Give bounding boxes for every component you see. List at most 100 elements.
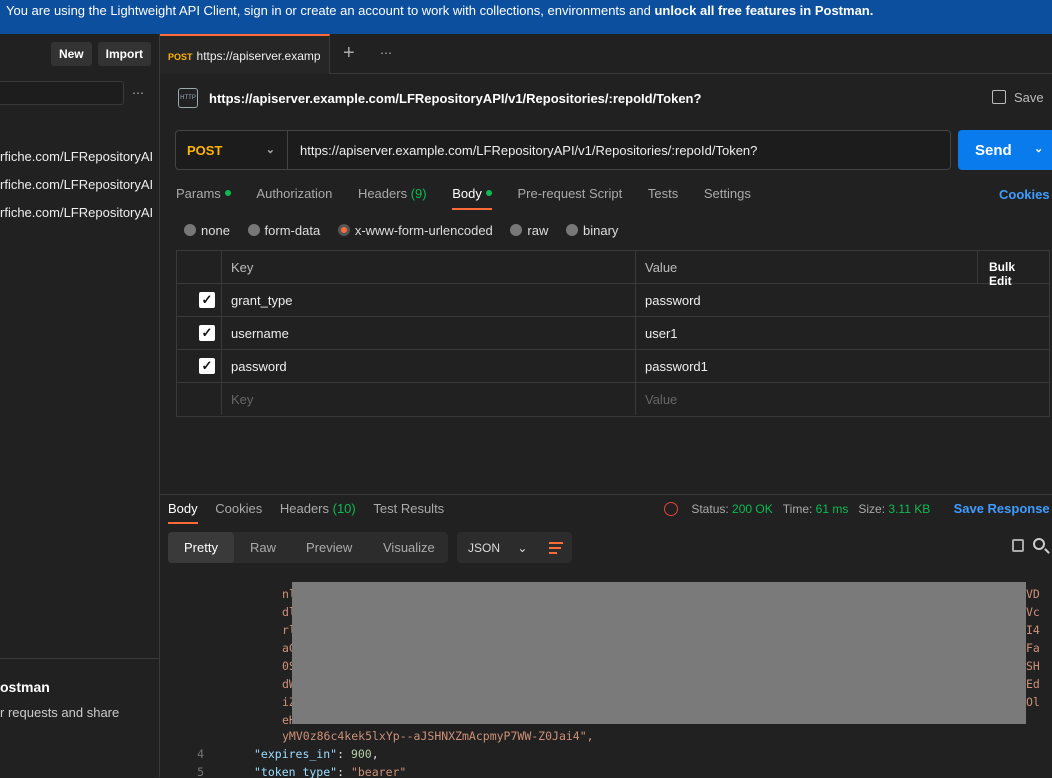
row-checkbox-cell: ✓	[177, 317, 222, 349]
table-row: ✓ password password1	[177, 350, 1049, 383]
save-response-button[interactable]: Save Response	[954, 501, 1050, 516]
tab-authorization[interactable]: Authorization	[256, 186, 332, 201]
checkbox-checked-icon[interactable]: ✓	[199, 358, 215, 374]
code-fragment: Vc	[1026, 605, 1040, 619]
send-button[interactable]: Send ⌄	[958, 130, 1052, 170]
json-string: "bearer"	[350, 765, 407, 778]
json-key: "token_type"	[254, 765, 338, 778]
signin-banner: You are using the Lightweight API Client…	[0, 0, 1052, 34]
table-row-empty: Key Value	[177, 383, 1049, 416]
globe-icon[interactable]	[664, 502, 678, 516]
tab-params[interactable]: Params	[176, 186, 231, 201]
response-tab-headers[interactable]: Headers (10)	[280, 501, 356, 516]
new-tab-icon[interactable]: +	[343, 42, 355, 65]
response-tab-body[interactable]: Body	[168, 501, 198, 524]
param-value[interactable]: password	[645, 293, 701, 308]
param-key[interactable]: password	[231, 359, 287, 374]
cookies-link[interactable]: Cookies	[999, 187, 1050, 202]
new-key-input[interactable]: Key	[231, 392, 253, 407]
format-toolbar: Pretty Raw Preview Visualize	[168, 532, 448, 563]
history-search-input[interactable]	[0, 81, 124, 105]
code-line-content: "expires_in": 900,	[254, 747, 379, 761]
status-value[interactable]: 200 OK	[732, 502, 773, 516]
request-tab[interactable]: POST https://apiserver.examp	[160, 34, 330, 74]
format-raw[interactable]: Raw	[250, 540, 276, 555]
code-fragment: SH	[1026, 659, 1040, 673]
line-number: 4	[197, 747, 204, 761]
radio-icon	[184, 224, 196, 236]
line-number: 5	[197, 765, 204, 778]
row-checkbox-cell: ✓	[177, 284, 222, 316]
request-title[interactable]: https://apiserver.example.com/LFReposito…	[209, 91, 701, 106]
new-value-input[interactable]: Value	[645, 392, 677, 407]
radio-raw[interactable]: raw	[510, 223, 548, 238]
copy-icon[interactable]	[1012, 539, 1024, 552]
code-fragment: I4	[1026, 623, 1040, 637]
history-item[interactable]: rfiche.com/LFRepositoryAI	[0, 177, 159, 192]
format-pretty[interactable]: Pretty	[168, 532, 234, 563]
column-divider	[635, 383, 636, 415]
response-tab-test-results[interactable]: Test Results	[373, 501, 444, 516]
response-body-code: nl dl rl aC 0S dW iZ eH VD Vc I4 Fa SH E…	[160, 573, 1052, 778]
table-row: ✓ grant_type password	[177, 284, 1049, 317]
column-divider	[635, 284, 636, 316]
redacted-token-block	[292, 582, 1026, 724]
size-value[interactable]: 3.11 KB	[888, 502, 930, 516]
tab-more-icon[interactable]: ⋯	[380, 46, 393, 60]
tab-method: POST	[168, 52, 193, 62]
body-params-table: Key Value Bulk Edit ✓ grant_type passwor…	[176, 250, 1050, 417]
time-value[interactable]: 61 ms	[816, 502, 849, 516]
sidebar-promo: ostman r requests and share	[0, 658, 159, 777]
param-key[interactable]: grant_type	[231, 293, 292, 308]
tab-headers[interactable]: Headers (9)	[358, 186, 427, 201]
table-header-row: Key Value Bulk Edit	[177, 251, 1049, 288]
history-item[interactable]: rfiche.com/LFRepositoryAI	[0, 205, 159, 220]
import-button[interactable]: Import	[97, 42, 151, 66]
sidebar-more-icon[interactable]: ⋯	[132, 86, 145, 100]
method-select[interactable]: POST ⌄	[176, 131, 288, 169]
promo-title: ostman	[0, 679, 50, 695]
checkbox-checked-icon[interactable]: ✓	[199, 292, 215, 308]
history-item[interactable]: rfiche.com/LFRepositoryAI	[0, 149, 159, 164]
http-icon: HTTP	[178, 88, 198, 108]
bulk-edit-button[interactable]: Bulk Edit	[977, 251, 1049, 288]
json-number: 900	[350, 747, 372, 761]
radio-urlencoded[interactable]: x-www-form-urlencoded	[337, 223, 493, 238]
tab-body[interactable]: Body	[452, 186, 492, 210]
radio-binary[interactable]: binary	[566, 223, 618, 238]
format-preview[interactable]: Preview	[306, 540, 352, 555]
column-divider	[635, 350, 636, 382]
row-checkbox-cell: ✓	[177, 350, 222, 382]
request-tabs: Params Authorization Headers (9) Body Pr…	[176, 186, 773, 210]
chevron-down-icon[interactable]: ⌄	[1034, 142, 1043, 155]
new-button[interactable]: New	[50, 42, 92, 66]
search-icon[interactable]	[1033, 538, 1045, 550]
tab-tests[interactable]: Tests	[648, 186, 678, 201]
format-visualize[interactable]: Visualize	[383, 540, 435, 555]
table-row: ✓ username user1	[177, 317, 1049, 350]
banner-bold-text[interactable]: unlock all free features in Postman.	[654, 3, 873, 18]
method-label: POST	[187, 143, 223, 158]
tab-url: https://apiserver.examp	[196, 49, 321, 63]
body-type-radios: none form-data x-www-form-urlencoded raw…	[184, 223, 632, 238]
tab-settings[interactable]: Settings	[704, 186, 751, 201]
token-tail: yMV0z86c4kek5lxYp--aJSHNXZmAcpmyP7WW-Z0J…	[282, 729, 594, 743]
time-label: Time:	[782, 502, 813, 516]
radio-form-data[interactable]: form-data	[247, 223, 321, 238]
checkbox-checked-icon[interactable]: ✓	[199, 325, 215, 341]
radio-label: form-data	[264, 223, 321, 238]
param-value[interactable]: password1	[645, 359, 708, 374]
radio-none[interactable]: none	[184, 223, 230, 238]
url-input[interactable]: https://apiserver.example.com/LFReposito…	[300, 143, 757, 158]
param-key[interactable]: username	[231, 326, 289, 341]
response-tab-cookies[interactable]: Cookies	[215, 501, 262, 516]
banner-text: You are using the Lightweight API Client…	[6, 3, 655, 18]
chevron-down-icon: ⌄	[265, 144, 275, 156]
tab-prerequest[interactable]: Pre-request Script	[517, 186, 622, 201]
save-button[interactable]: Save	[992, 90, 1044, 105]
param-value[interactable]: user1	[645, 326, 678, 341]
tab-body-label: Body	[452, 186, 482, 201]
wrap-lines-button[interactable]	[541, 532, 572, 563]
language-select[interactable]: JSON ⌄	[457, 532, 549, 563]
header-checkbox-cell	[177, 251, 222, 283]
